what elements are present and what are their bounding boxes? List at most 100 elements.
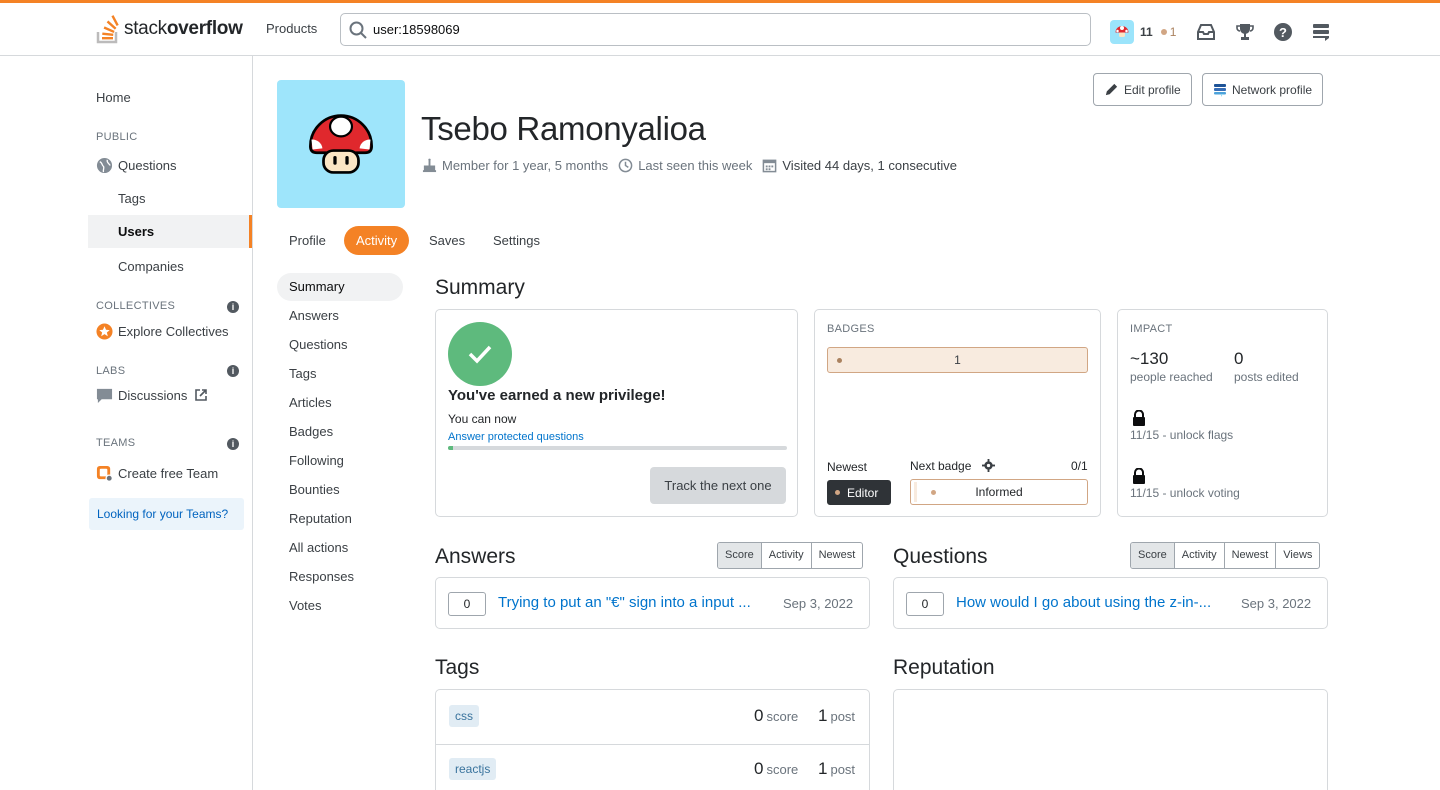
last-seen: Last seen this week — [618, 158, 752, 173]
nav-create-team-label: Create free Team — [118, 465, 219, 481]
activity-nav-all-actions[interactable]: All actions — [277, 534, 403, 562]
summary-heading: Summary — [435, 276, 525, 299]
questions-sort-score[interactable]: Score — [1131, 543, 1175, 568]
badges-label: BADGES — [827, 323, 875, 335]
tab-profile[interactable]: Profile — [277, 226, 338, 255]
user-rep-chip[interactable]: 11 1 — [1110, 20, 1176, 44]
nav-heading-public: PUBLIC — [96, 131, 138, 143]
answer-title-link[interactable]: Trying to put an "€" sign into a input .… — [498, 594, 768, 611]
collectives-info-icon[interactable]: i — [227, 301, 239, 313]
search-box[interactable] — [340, 13, 1091, 46]
network-profile-label: Network profile — [1232, 82, 1313, 97]
newest-badge-name: Editor — [847, 485, 879, 500]
nav-tags[interactable]: Tags — [88, 182, 252, 215]
answers-sort-newest[interactable]: Newest — [812, 543, 863, 568]
answers-sort-activity[interactable]: Activity — [762, 543, 812, 568]
newest-badge-label: Newest — [827, 460, 868, 474]
next-badge-name: Informed — [975, 485, 1023, 499]
questions-list: 0 How would I go about using the z-in-..… — [893, 577, 1328, 629]
tab-settings[interactable]: Settings — [481, 226, 552, 255]
discussion-bubble-icon — [96, 387, 113, 404]
badges-card: BADGES 1 Newest Next badge 0/1 Editor In… — [814, 309, 1101, 517]
tag-score-label: score — [766, 762, 799, 777]
pencil-icon — [1105, 83, 1118, 96]
avatar — [1110, 20, 1134, 44]
activity-nav-following[interactable]: Following — [277, 447, 403, 475]
profile-meta: Member for 1 year, 5 months Last seen th… — [422, 156, 967, 174]
activity-nav-answers[interactable]: Answers — [277, 302, 403, 330]
labs-info-icon[interactable]: i — [227, 365, 239, 377]
answers-heading: Answers — [435, 545, 516, 568]
achievements-trophy-icon[interactable] — [1234, 21, 1256, 43]
tag-reactjs[interactable]: reactjs — [449, 758, 497, 780]
question-title-link[interactable]: How would I go about using the z-in-... — [956, 594, 1224, 611]
external-link-icon — [195, 389, 208, 401]
activity-nav-bounties[interactable]: Bounties — [277, 476, 403, 504]
privilege-progress-fill — [448, 446, 454, 450]
question-date: Sep 3, 2022 — [1241, 596, 1312, 611]
help-icon[interactable]: ? — [1272, 21, 1294, 43]
teams-icon — [96, 465, 113, 482]
answer-date: Sep 3, 2022 — [783, 596, 854, 611]
tag-post-label: post — [830, 762, 856, 777]
nav-users[interactable]: Users — [88, 215, 252, 248]
nav-heading-teams: TEAMS — [96, 437, 136, 449]
nav-explore-collectives[interactable]: Explore Collectives — [96, 320, 229, 342]
unlock-voting-text: 11/15 - unlock voting — [1130, 486, 1240, 500]
search-input[interactable] — [373, 14, 1073, 45]
nav-create-team[interactable]: Create free Team — [96, 462, 218, 484]
calendar-icon — [763, 159, 777, 172]
activity-nav-tags[interactable]: Tags — [277, 360, 403, 388]
bronze-badges-bar[interactable]: 1 — [827, 347, 1088, 373]
nav-discussions[interactable]: Discussions — [96, 384, 212, 406]
privilege-progress-bar — [448, 446, 787, 450]
activity-nav-badges[interactable]: Badges — [277, 418, 403, 446]
tag-reactjs-score-value: 0 — [754, 759, 764, 778]
nav-questions[interactable]: Questions — [96, 154, 177, 176]
member-for-text: Member for 1 year, 5 months — [442, 157, 609, 173]
newest-badge-chip[interactable]: Editor — [827, 480, 891, 505]
mushroom-avatar-icon — [309, 114, 373, 174]
tag-score-label: score — [766, 709, 799, 724]
posts-edited-value: 0 — [1234, 349, 1244, 368]
activity-nav-questions[interactable]: Questions — [277, 331, 403, 359]
activity-nav-reputation[interactable]: Reputation — [277, 505, 403, 533]
privilege-card: You've earned a new privilege! You can n… — [435, 309, 798, 517]
stackoverflow-logo[interactable]: stackoverflow — [96, 14, 243, 44]
impact-label: IMPACT — [1130, 323, 1173, 335]
people-reached-value: ~130 — [1130, 349, 1169, 368]
tag-reactjs-posts: 1 post — [818, 759, 855, 779]
next-badge-chip[interactable]: Informed — [910, 479, 1088, 505]
privilege-link[interactable]: Answer protected questions — [448, 431, 584, 443]
tab-saves[interactable]: Saves — [417, 226, 477, 255]
visited: Visited 44 days, 1 consecutive — [762, 158, 957, 173]
visited-text: Visited 44 days, 1 consecutive — [782, 157, 958, 173]
teams-info-icon[interactable]: i — [227, 438, 239, 450]
tab-activity[interactable]: Activity — [344, 226, 410, 255]
answers-sort-score[interactable]: Score — [718, 543, 762, 568]
track-next-button[interactable]: Track the next one — [650, 467, 786, 504]
next-badge-progress: 0/1 — [1071, 459, 1088, 473]
products-menu[interactable]: Products — [258, 13, 325, 45]
questions-heading: Questions — [893, 545, 988, 568]
activity-nav-summary[interactable]: Summary — [277, 273, 403, 301]
nav-home[interactable]: Home — [88, 81, 252, 114]
questions-sort-views[interactable]: Views — [1276, 543, 1319, 568]
search-icon — [349, 21, 367, 39]
questions-sort-activity[interactable]: Activity — [1175, 543, 1225, 568]
nav-companies[interactable]: Companies — [88, 250, 252, 283]
activity-nav-responses[interactable]: Responses — [277, 563, 403, 591]
site-switcher-icon[interactable] — [1310, 21, 1332, 43]
gear-icon[interactable] — [982, 459, 995, 472]
questions-sort-newest[interactable]: Newest — [1225, 543, 1277, 568]
posts-edited-label: posts edited — [1234, 370, 1299, 384]
next-badge-label: Next badge — [910, 459, 972, 473]
inbox-icon[interactable] — [1195, 21, 1217, 43]
tag-css-posts: 1 post — [818, 706, 855, 726]
activity-nav-votes[interactable]: Votes — [277, 592, 403, 620]
network-profile-button[interactable]: Network profile — [1202, 73, 1324, 106]
tag-css[interactable]: css — [449, 705, 479, 727]
activity-nav-articles[interactable]: Articles — [277, 389, 403, 417]
looking-for-teams-link[interactable]: Looking for your Teams? — [89, 498, 244, 530]
edit-profile-button[interactable]: Edit profile — [1093, 73, 1192, 106]
